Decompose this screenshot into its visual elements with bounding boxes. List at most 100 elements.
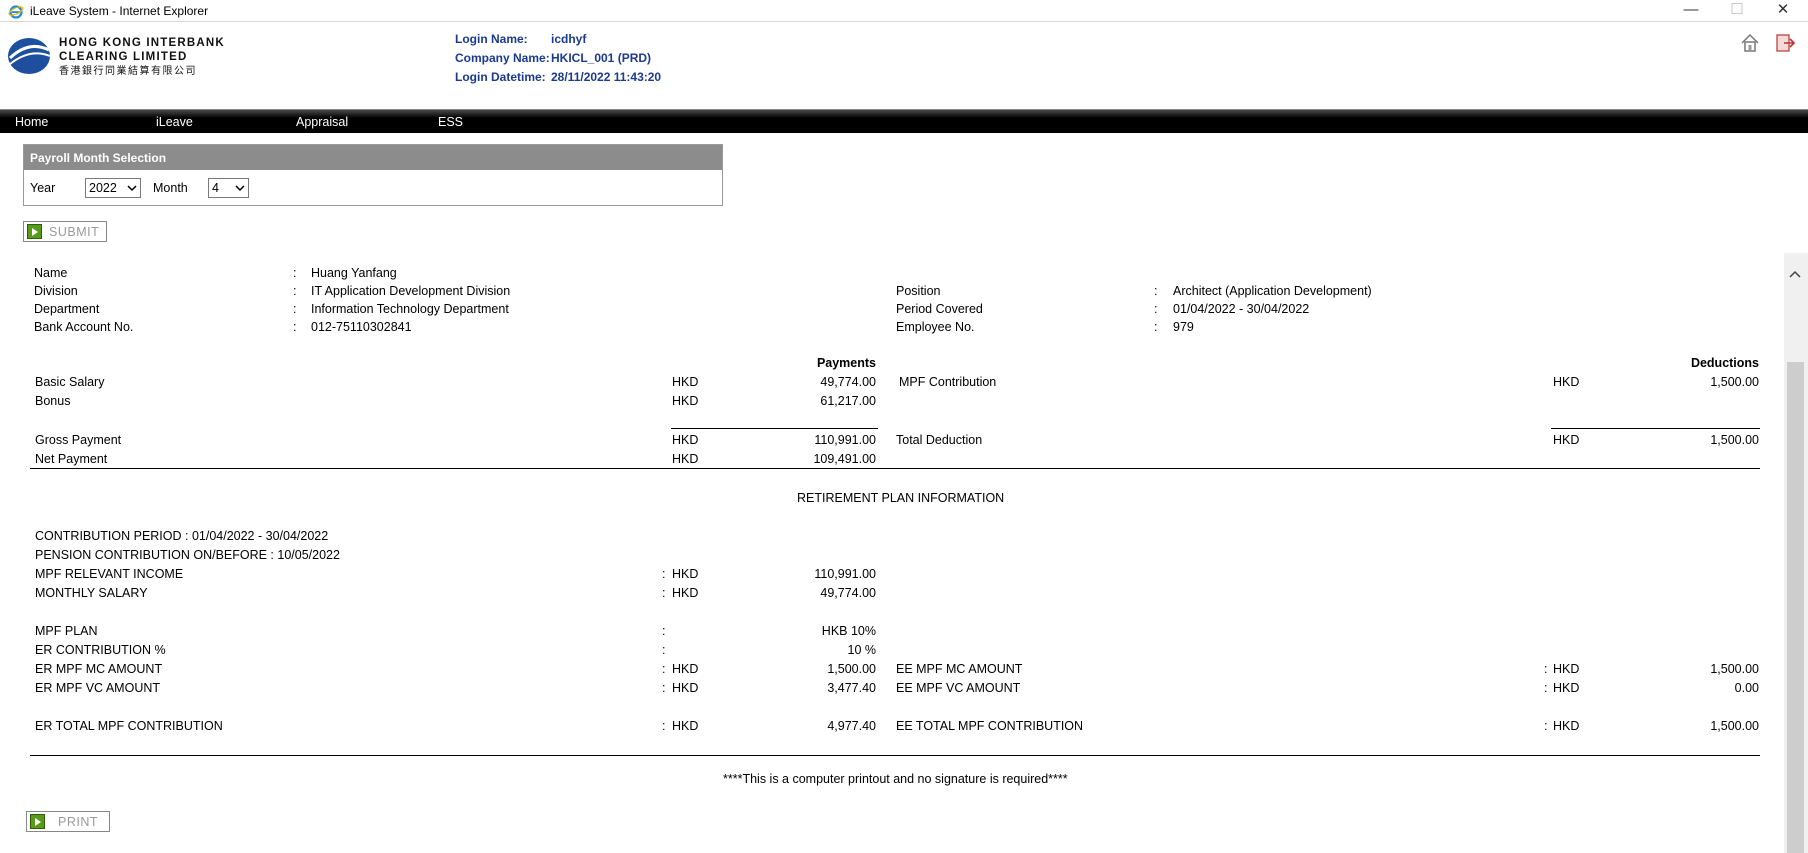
print-button-label: PRINT bbox=[58, 815, 98, 829]
er-total-value: 4,977.40 bbox=[827, 719, 876, 733]
arrow-right-icon bbox=[30, 814, 45, 829]
colon: : bbox=[1154, 302, 1158, 316]
company-name-value: HKICL_001 (PRD) bbox=[551, 51, 652, 65]
chevron-up-icon[interactable] bbox=[1788, 268, 1802, 280]
position-label: Position bbox=[896, 284, 941, 298]
currency: HKD bbox=[672, 586, 699, 600]
home-icon[interactable] bbox=[1739, 32, 1761, 54]
mpf-contribution-label: MPF Contribution bbox=[899, 375, 997, 389]
minimize-button[interactable]: — bbox=[1668, 0, 1714, 22]
retirement-heading: RETIREMENT PLAN INFORMATION bbox=[797, 491, 1005, 505]
currency: HKD bbox=[672, 394, 699, 408]
deductions-subtotal-line bbox=[1551, 428, 1760, 429]
currency: HKD bbox=[1553, 433, 1580, 447]
footer-divider bbox=[30, 755, 1760, 756]
monthly-salary-value: 49,774.00 bbox=[820, 586, 876, 600]
main-navbar: Home iLeave Appraisal ESS bbox=[0, 109, 1808, 133]
period-covered-label: Period Covered bbox=[896, 302, 983, 316]
ee-total-value: 1,500.00 bbox=[1710, 719, 1759, 733]
monthly-salary-label: MONTHLY SALARY bbox=[35, 586, 148, 600]
name-label: Name bbox=[34, 266, 68, 280]
colon: : bbox=[293, 284, 297, 298]
gross-payment-amount: 110,991.00 bbox=[814, 433, 876, 447]
payroll-month-panel: Payroll Month Selection Year 2022 Month … bbox=[23, 144, 723, 206]
colon: : bbox=[662, 681, 666, 695]
er-contribution-pct-value: 10 % bbox=[847, 643, 877, 657]
colon: : bbox=[662, 567, 666, 581]
mpf-contribution-amount: 1,500.00 bbox=[1710, 375, 1759, 389]
window-titlebar: iLeave System - Internet Explorer — ☐ ✕ bbox=[0, 0, 1808, 22]
year-label: Year bbox=[30, 181, 56, 195]
mpf-relevant-income-value: 110,991.00 bbox=[814, 567, 876, 581]
logo-line1: HONG KONG INTERBANK bbox=[59, 37, 225, 49]
ee-mc-label: EE MPF MC AMOUNT bbox=[896, 662, 1023, 676]
logout-icon[interactable] bbox=[1774, 32, 1796, 54]
employee-no-value: 979 bbox=[1173, 320, 1194, 334]
month-label: Month bbox=[153, 181, 188, 195]
month-select-value: 4 bbox=[212, 181, 219, 195]
ee-vc-value: 0.00 bbox=[1734, 681, 1759, 695]
company-logo-text: HONG KONG INTERBANK CLEARING LIMITED bbox=[59, 36, 225, 64]
close-button[interactable]: ✕ bbox=[1760, 0, 1806, 22]
currency: HKD bbox=[1553, 375, 1580, 389]
currency: HKD bbox=[672, 719, 699, 733]
colon: : bbox=[1544, 681, 1548, 695]
colon: : bbox=[662, 586, 666, 600]
login-name-label: Login Name: bbox=[455, 32, 528, 46]
chevron-down-icon bbox=[235, 185, 245, 192]
hkicl-logo-icon bbox=[8, 38, 51, 74]
colon: : bbox=[662, 624, 666, 638]
net-payment-amount: 109,491.00 bbox=[813, 452, 876, 466]
colon: : bbox=[662, 662, 666, 676]
net-payment-label: Net Payment bbox=[35, 452, 108, 466]
er-vc-value: 3,477.40 bbox=[827, 681, 876, 695]
login-datetime-label: Login Datetime: bbox=[455, 70, 546, 84]
name-value: Huang Yanfang bbox=[311, 266, 397, 280]
maximize-button[interactable]: ☐ bbox=[1714, 0, 1760, 22]
nav-ileave[interactable]: iLeave bbox=[156, 115, 193, 129]
section-divider bbox=[30, 468, 1760, 469]
pension-contribution-date: PENSION CONTRIBUTION ON/BEFORE : 10/05/2… bbox=[35, 548, 340, 562]
panel-title: Payroll Month Selection bbox=[24, 145, 722, 171]
submit-button-label: SUBMIT bbox=[49, 225, 100, 239]
department-label: Department bbox=[34, 302, 100, 316]
month-select[interactable]: 4 bbox=[208, 178, 249, 198]
department-value: Information Technology Department bbox=[311, 302, 509, 316]
currency: HKD bbox=[1553, 681, 1580, 695]
mpf-relevant-income-label: MPF RELEVANT INCOME bbox=[35, 567, 184, 581]
er-mc-label: ER MPF MC AMOUNT bbox=[35, 662, 163, 676]
currency: HKD bbox=[672, 433, 699, 447]
division-label: Division bbox=[34, 284, 78, 298]
er-contribution-pct-label: ER CONTRIBUTION % bbox=[35, 643, 166, 657]
colon: : bbox=[1544, 719, 1548, 733]
year-select[interactable]: 2022 bbox=[85, 178, 141, 198]
bank-account-label: Bank Account No. bbox=[34, 320, 134, 334]
basic-salary-amount: 49,774.00 bbox=[820, 375, 876, 389]
ee-mc-value: 1,500.00 bbox=[1710, 662, 1759, 676]
currency: HKD bbox=[672, 681, 699, 695]
arrow-right-icon bbox=[27, 224, 42, 239]
internet-explorer-icon bbox=[8, 5, 24, 19]
contribution-period: CONTRIBUTION PERIOD : 01/04/2022 - 30/04… bbox=[35, 529, 329, 543]
nav-appraisal[interactable]: Appraisal bbox=[296, 115, 348, 129]
print-button[interactable]: PRINT bbox=[26, 811, 110, 832]
colon: : bbox=[293, 266, 297, 280]
bank-account-value: 012-75110302841 bbox=[311, 320, 412, 334]
company-name-label: Company Name: bbox=[455, 51, 550, 65]
ee-total-label: EE TOTAL MPF CONTRIBUTION bbox=[896, 719, 1084, 733]
printout-note: ****This is a computer printout and no s… bbox=[723, 772, 1068, 786]
currency: HKD bbox=[672, 662, 699, 676]
employee-no-label: Employee No. bbox=[896, 320, 975, 334]
gross-payment-label: Gross Payment bbox=[35, 433, 122, 447]
submit-button[interactable]: SUBMIT bbox=[23, 221, 107, 242]
bonus-label: Bonus bbox=[35, 394, 71, 408]
nav-ess[interactable]: ESS bbox=[438, 115, 463, 129]
colon: : bbox=[293, 302, 297, 316]
currency: HKD bbox=[1553, 719, 1580, 733]
er-vc-label: ER MPF VC AMOUNT bbox=[35, 681, 161, 695]
year-select-value: 2022 bbox=[89, 181, 117, 195]
scrollbar-thumb[interactable] bbox=[1787, 362, 1804, 853]
mpf-plan-label: MPF PLAN bbox=[35, 624, 98, 638]
nav-home[interactable]: Home bbox=[15, 115, 48, 129]
division-value: IT Application Development Division bbox=[311, 284, 511, 298]
